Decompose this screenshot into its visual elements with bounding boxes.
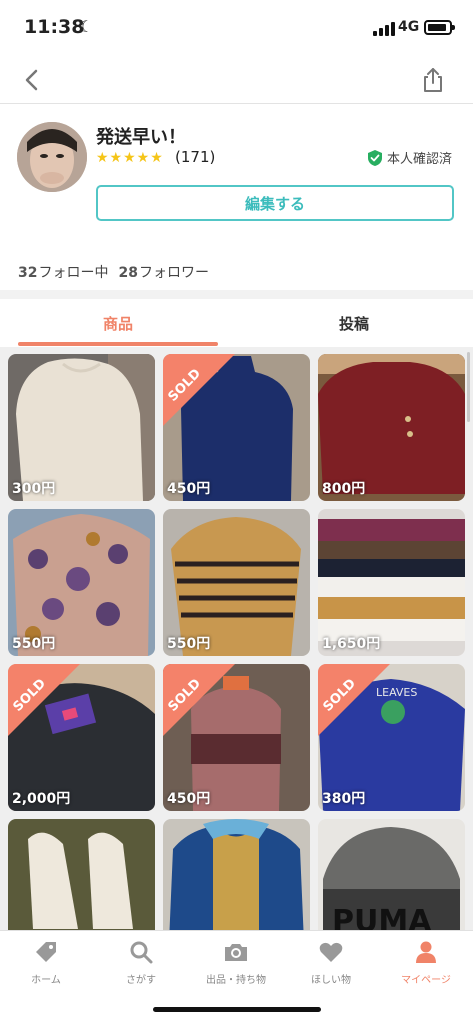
item-card[interactable]	[8, 819, 155, 930]
tag-icon	[36, 942, 56, 962]
hat-logo-text: PUMA	[332, 904, 432, 930]
sold-badge: SOLD	[8, 664, 80, 736]
following-count: 32	[18, 265, 38, 281]
tab-sell-label: 出品・持ち物	[206, 975, 266, 986]
avatar[interactable]	[17, 122, 87, 192]
navigation-bar	[0, 58, 473, 104]
item-price: 550円	[167, 636, 211, 652]
back-button[interactable]	[18, 64, 48, 96]
item-card[interactable]: SOLD 450円	[163, 664, 310, 811]
sold-badge: SOLD	[163, 664, 235, 736]
item-card[interactable]: SOLD 450円	[163, 354, 310, 501]
profile-name: 発送早い！	[96, 127, 186, 148]
camera-icon	[225, 944, 247, 961]
item-card[interactable]: 800円	[318, 354, 465, 501]
search-icon	[130, 941, 153, 964]
item-card[interactable]: 550円	[163, 509, 310, 656]
item-card[interactable]: 1,650円	[318, 509, 465, 656]
item-card[interactable]: LEAVES SOLD 380円	[318, 664, 465, 811]
moon-icon: ☾	[79, 17, 94, 36]
share-icon	[424, 68, 442, 92]
followers-count: 28	[118, 265, 138, 281]
follow-stats: 32フォロー中 28フォロワー	[18, 262, 209, 282]
scrollbar[interactable]	[467, 352, 470, 422]
tab-search[interactable]: さがす	[96, 939, 186, 986]
item-card[interactable]: SOLD 2,000円	[8, 664, 155, 811]
item-card[interactable]: PUMA	[318, 819, 465, 930]
followers-link[interactable]: 28フォロワー	[118, 265, 208, 281]
item-price: 380円	[322, 791, 366, 807]
sold-badge: SOLD	[318, 664, 390, 736]
tab-home-label: ホーム	[31, 975, 61, 986]
followers-label: フォロワー	[138, 265, 209, 281]
sold-badge: SOLD	[163, 354, 235, 426]
heart-icon	[319, 942, 343, 962]
shield-check-icon	[368, 149, 382, 166]
tab-posts[interactable]: 投稿	[339, 313, 369, 334]
tab-wishlist[interactable]: ほしい物	[286, 939, 376, 986]
item-card[interactable]: 550円	[8, 509, 155, 656]
verified-badge: 本人確認済	[367, 148, 452, 167]
item-price: 2,000円	[12, 791, 71, 807]
tab-mypage-label: マイページ	[401, 975, 451, 986]
item-price: 300円	[12, 481, 56, 497]
following-link[interactable]: 32フォロー中	[18, 265, 108, 281]
tab-items[interactable]: 商品	[103, 313, 133, 334]
share-button[interactable]	[418, 64, 448, 96]
status-time: 11:38	[24, 16, 85, 38]
tab-wishlist-label: ほしい物	[311, 975, 351, 986]
battery-icon	[424, 20, 455, 35]
item-price: 450円	[167, 791, 211, 807]
tab-sell[interactable]: 出品・持ち物	[191, 939, 281, 986]
tab-home[interactable]: ホーム	[1, 939, 91, 986]
verified-label: 本人確認済	[387, 152, 453, 167]
content-tabs: 商品 投稿	[0, 299, 473, 347]
item-card[interactable]	[163, 819, 310, 930]
active-tab-indicator	[18, 342, 218, 346]
tab-mypage[interactable]: マイページ	[381, 939, 471, 986]
item-price: 450円	[167, 481, 211, 497]
item-price: 550円	[12, 636, 56, 652]
section-divider	[0, 290, 473, 299]
item-card[interactable]: 300円	[8, 354, 155, 501]
item-price: 1,650円	[322, 636, 381, 652]
chevron-left-icon	[25, 69, 38, 91]
signal-icon	[373, 22, 395, 36]
person-icon	[416, 941, 436, 963]
item-price: 800円	[322, 481, 366, 497]
network-type: 4G	[398, 19, 420, 35]
rating-stars: ★★★★★	[96, 150, 164, 166]
home-indicator	[153, 1007, 321, 1012]
following-label: フォロー中	[38, 265, 109, 281]
status-bar: 11:38 ☾ 4G	[0, 0, 473, 58]
tab-search-label: さがす	[126, 975, 156, 986]
edit-profile-button[interactable]: 編集する	[96, 185, 454, 221]
rating-count[interactable]: (171)	[175, 148, 215, 166]
